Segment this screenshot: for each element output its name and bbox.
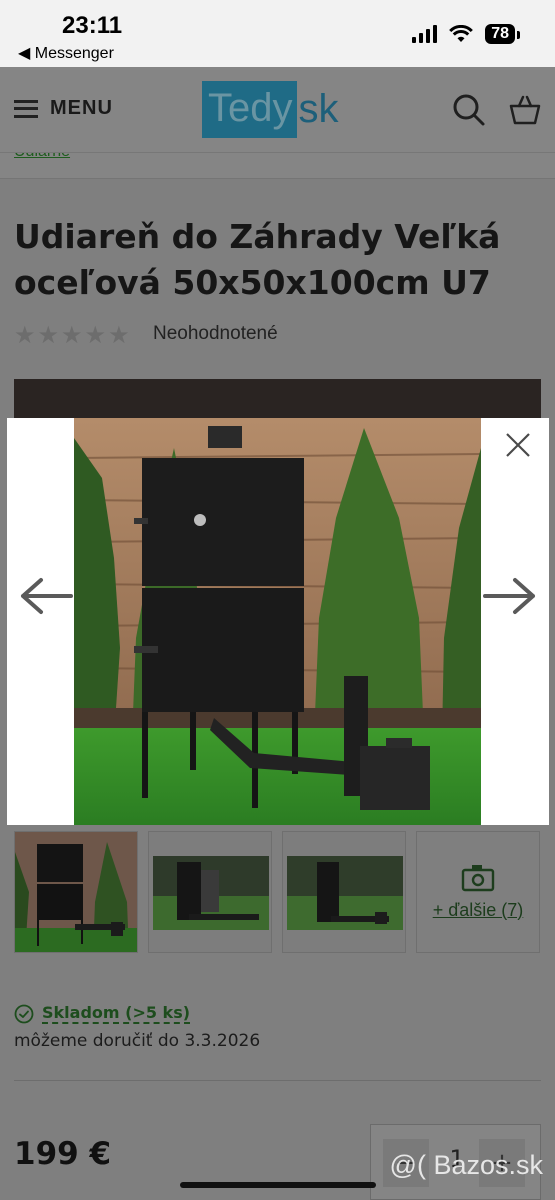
rating-text: Neohodnotené	[153, 323, 278, 344]
product-title: Udiareň do Záhrady Veľká oceľová 50x50x1…	[14, 217, 501, 302]
hamburger-icon	[14, 99, 38, 118]
signal-icon	[412, 25, 438, 43]
star-icon: ★	[108, 321, 130, 349]
breadcrumb: Udiarne	[0, 153, 555, 179]
image-lightbox	[7, 418, 549, 825]
thumbnail-3[interactable]	[282, 831, 406, 953]
thumbnail-1[interactable]	[14, 831, 138, 953]
rating-stars: ★ ★ ★ ★ ★	[14, 321, 130, 349]
star-icon: ★	[37, 321, 60, 349]
more-photos-label: + ďalšie (7)	[432, 899, 524, 920]
menu-label: MENU	[50, 97, 113, 119]
clock: 23:11	[62, 12, 123, 39]
status-bar: 23:11 ◀ Messenger 78	[0, 0, 555, 67]
arrow-left-icon[interactable]	[19, 576, 73, 616]
basket-icon[interactable]	[508, 93, 542, 127]
check-circle-icon	[14, 1004, 34, 1023]
price: 199 €	[14, 1136, 112, 1172]
main-photo-edge	[14, 379, 541, 419]
thumbnail-2[interactable]	[148, 831, 272, 953]
menu-button[interactable]: MENU	[14, 97, 113, 120]
site-header: MENU Tedy sk	[0, 67, 555, 153]
star-icon: ★	[14, 321, 36, 349]
thumbnail-strip: + ďalšie (7)	[14, 831, 541, 953]
wifi-icon	[449, 25, 474, 42]
logo-text-left: Tedy	[202, 81, 297, 138]
site-logo[interactable]: Tedy sk	[202, 81, 339, 138]
star-icon: ★	[84, 321, 107, 349]
more-photos-button[interactable]: + ďalšie (7)	[416, 831, 540, 953]
lightbox-photo	[74, 418, 481, 825]
status-icons: 78	[412, 24, 520, 44]
breadcrumb-link[interactable]: Udiarne	[14, 153, 70, 161]
stock-status: Skladom (>5 ks)	[14, 1003, 191, 1024]
stock-label: Skladom (>5 ks)	[42, 1003, 191, 1024]
logo-text-right: sk	[298, 87, 339, 131]
close-icon[interactable]	[505, 432, 531, 458]
star-icon: ★	[61, 321, 83, 349]
search-icon[interactable]	[452, 93, 486, 127]
camera-icon	[461, 864, 495, 891]
divider	[14, 1080, 541, 1081]
home-indicator[interactable]	[180, 1182, 376, 1188]
battery-icon: 78	[485, 24, 520, 44]
arrow-right-icon[interactable]	[483, 576, 537, 616]
back-to-messenger-link[interactable]: ◀ Messenger	[18, 43, 114, 63]
delivery-estimate: môžeme doručiť do 3.3.2026	[14, 1031, 261, 1051]
bazos-watermark: @( Bazos.sk	[389, 1150, 543, 1180]
